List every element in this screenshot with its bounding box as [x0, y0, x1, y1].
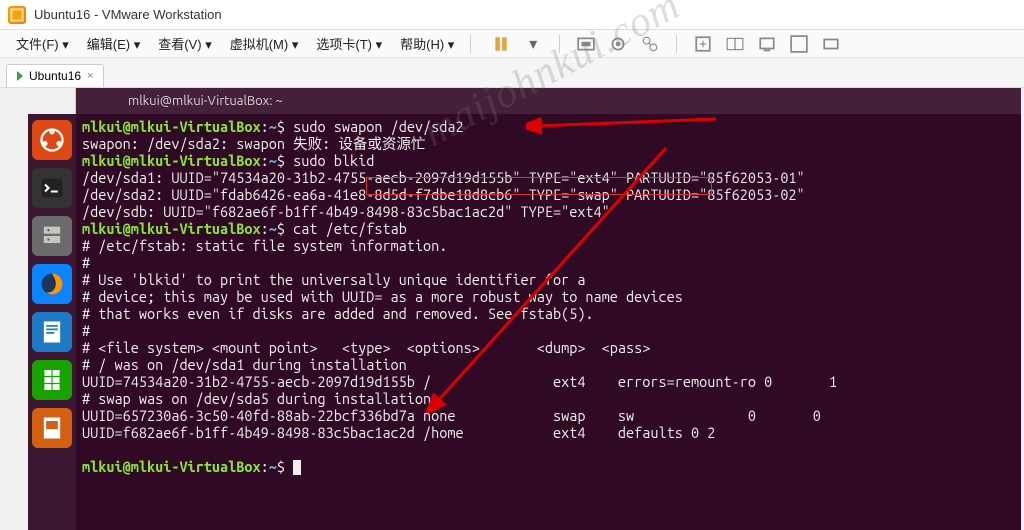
menu-file[interactable]: 文件(F) ▾ — [8, 30, 77, 57]
terminal-title: mlkui@mlkui-VirtualBox: ~ — [128, 94, 283, 108]
launcher-files-icon[interactable] — [32, 216, 72, 256]
launcher-terminal-icon[interactable] — [32, 168, 72, 208]
send-ctrl-alt-del-icon[interactable] — [574, 32, 598, 56]
window-title: Ubuntu16 - VMware Workstation — [34, 7, 222, 22]
host-gutter — [0, 88, 76, 530]
launcher-impress-icon[interactable] — [32, 408, 72, 448]
terminal-titlebar: mlkui@mlkui-VirtualBox: ~ — [76, 88, 1024, 114]
vm-display[interactable]: mlkui@mlkui-VirtualBox: ~ mlkui@mlkui-Vi… — [0, 88, 1024, 530]
fit-guest-icon[interactable] — [691, 32, 715, 56]
tab-label: Ubuntu16 — [29, 69, 81, 83]
console-view-icon[interactable] — [755, 32, 779, 56]
terminal-output[interactable]: mlkui@mlkui-VirtualBox:~$ sudo swapon /d… — [76, 114, 1024, 530]
fullscreen-icon[interactable] — [787, 32, 811, 56]
unity-launcher — [28, 114, 76, 530]
snapshot-manager-icon[interactable] — [638, 32, 662, 56]
terminal-cursor — [293, 460, 301, 475]
toolbar: ▾ — [489, 32, 843, 56]
unity-mode-icon[interactable] — [723, 32, 747, 56]
tab-close-icon[interactable]: × — [87, 70, 93, 82]
tab-ubuntu16[interactable]: Ubuntu16 × — [6, 64, 104, 87]
menu-view[interactable]: 查看(V) ▾ — [150, 30, 219, 57]
window-titlebar: Ubuntu16 - VMware Workstation — [0, 0, 1024, 30]
menu-vm[interactable]: 虚拟机(M) ▾ — [222, 30, 307, 57]
power-dropdown-icon[interactable]: ▾ — [521, 32, 545, 56]
launcher-writer-icon[interactable] — [32, 312, 72, 352]
launcher-calc-icon[interactable] — [32, 360, 72, 400]
menubar: 文件(F) ▾ 编辑(E) ▾ 查看(V) ▾ 虚拟机(M) ▾ 选项卡(T) … — [0, 30, 1024, 58]
menu-tabs[interactable]: 选项卡(T) ▾ — [308, 30, 390, 57]
app-logo-icon — [8, 6, 26, 24]
annotation-arrow-icon — [526, 114, 726, 144]
menu-edit[interactable]: 编辑(E) ▾ — [79, 30, 148, 57]
toolbar-sep-2 — [676, 35, 677, 53]
launcher-firefox-icon[interactable] — [32, 264, 72, 304]
launcher-dash-icon[interactable] — [32, 120, 72, 160]
toolbar-sep — [559, 35, 560, 53]
pause-icon[interactable] — [489, 32, 513, 56]
tab-bar: Ubuntu16 × — [0, 58, 1024, 88]
stretch-icon[interactable] — [819, 32, 843, 56]
snapshot-icon[interactable] — [606, 32, 630, 56]
menu-help[interactable]: 帮助(H) ▾ — [392, 30, 462, 57]
running-indicator-icon — [17, 71, 23, 81]
menu-separator — [470, 35, 471, 53]
